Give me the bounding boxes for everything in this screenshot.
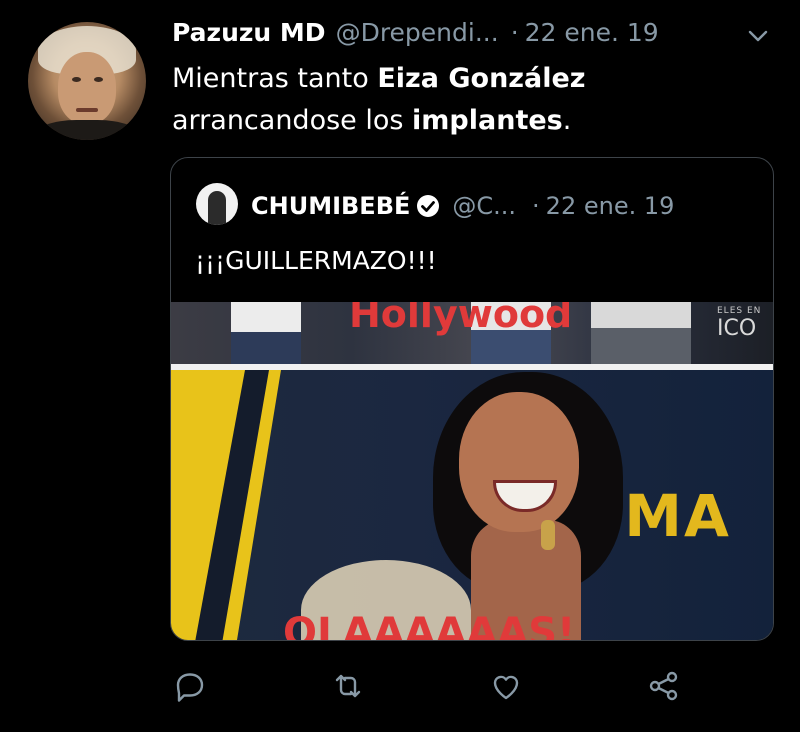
meme-bottom-caption: OLAAAAAAS! (283, 610, 576, 640)
meme-top-panel: Hollywood ELES EN ICO (171, 302, 773, 364)
meme-top-caption: Hollywood (349, 302, 573, 336)
tweet-text-bold: implantes (412, 105, 563, 136)
avatar-eye (72, 77, 81, 82)
meme-top-badge: ICO (717, 316, 757, 341)
reply-button[interactable] (170, 666, 210, 706)
tweet-text-bold: Eiza González (377, 63, 586, 94)
tweet-text-part: arrancandose los (172, 105, 413, 136)
tweet-timestamp[interactable]: 22 ene. 19 (525, 18, 659, 47)
tweet-text-part: . (562, 105, 572, 136)
quoted-author-handle[interactable]: @C... (452, 192, 516, 220)
avatar-mouth (76, 108, 98, 112)
quoted-author-avatar[interactable] (196, 183, 238, 225)
avatar-coat (34, 120, 140, 140)
tweet-header: Pazuzu MD @Drependi... · 22 ene. 19 (172, 12, 772, 52)
header-separator: · (510, 17, 519, 47)
tweet-text-part: Mientras tanto (172, 63, 378, 94)
avatar-eye (94, 77, 103, 82)
quoted-tweet-text: ¡¡¡GUILLERMAZO!!! (195, 246, 437, 275)
share-button[interactable] (644, 666, 684, 706)
quoted-header-separator: · (532, 192, 540, 220)
person-jeans (231, 332, 301, 364)
meme-bottom-panel: OMA OLAAAAAAS! (171, 370, 773, 640)
retweet-icon (335, 674, 361, 698)
share-icon (649, 671, 678, 701)
quoted-timestamp[interactable]: 22 ene. 19 (546, 192, 675, 220)
quoted-tweet-header: CHUMIBEBÉ @C... · 22 ene. 19 (251, 186, 761, 226)
like-button[interactable] (486, 666, 526, 706)
tweet-text: Mientras tanto Eiza González arrancandos… (172, 58, 772, 142)
author-avatar[interactable] (28, 22, 146, 140)
meme-top-badge-small: ELES EN (717, 306, 762, 316)
tweet-action-bar (170, 666, 690, 706)
author-handle[interactable]: @Drependi... (336, 18, 499, 47)
author-name[interactable]: Pazuzu MD (172, 18, 326, 47)
chevron-down-icon[interactable] (748, 28, 768, 44)
reply-icon (176, 673, 204, 702)
like-icon (493, 675, 519, 700)
quoted-tweet-card[interactable]: CHUMIBEBÉ @C... · 22 ene. 19 ¡¡¡GUILLERM… (170, 157, 774, 641)
avatar-face (58, 52, 116, 124)
woman-earring (541, 520, 555, 550)
retweet-button[interactable] (328, 666, 368, 706)
person-pants (591, 328, 691, 364)
avatar-figure (208, 191, 226, 225)
quoted-author-name[interactable]: CHUMIBEBÉ (251, 192, 410, 220)
verified-badge-icon (417, 195, 440, 217)
quoted-media-image[interactable]: Hollywood ELES EN ICO OMA OLAAAAAAS! (171, 302, 773, 640)
